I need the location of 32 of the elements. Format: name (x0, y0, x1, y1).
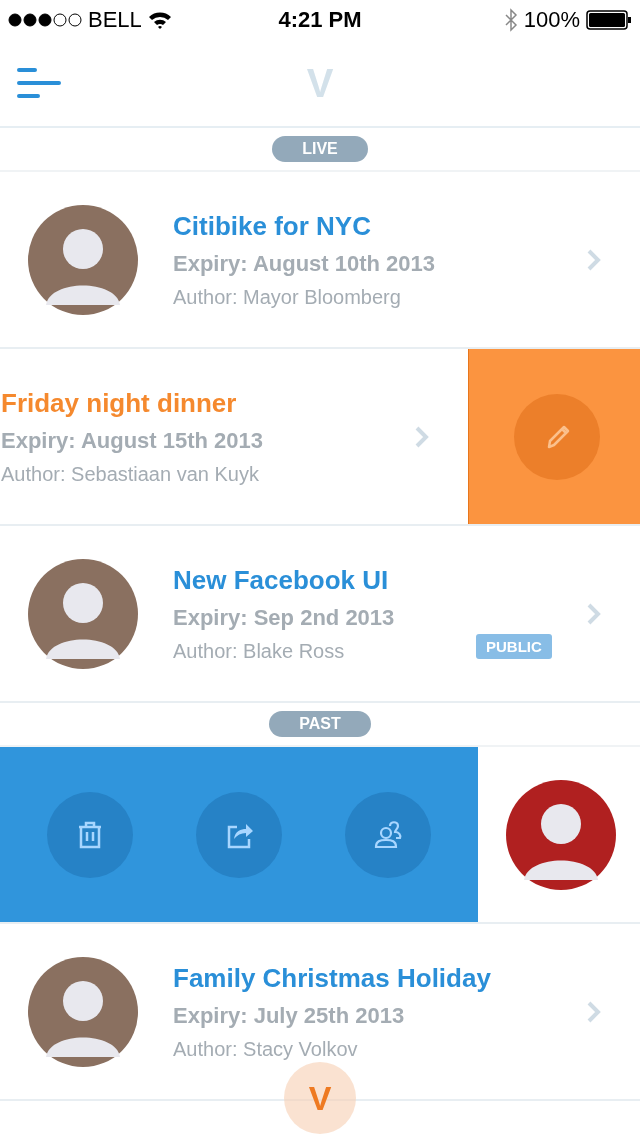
battery-text: 100% (523, 7, 580, 33)
section-label: LIVE (272, 136, 368, 162)
chevron-icon (586, 247, 602, 272)
expiry-text: Expiry: July 25th 2013 (173, 1002, 405, 1029)
chevron-icon (586, 999, 602, 1024)
chevron-icon (586, 601, 602, 626)
avatar-icon (28, 956, 138, 1067)
battery-icon (586, 10, 632, 30)
avatar-icon (506, 779, 616, 890)
item-title: Family Christmas Holiday (173, 962, 491, 994)
avatar-icon (28, 558, 138, 669)
expiry-text: Expiry: August 15th 2013 (1, 427, 264, 454)
signal-icon (8, 13, 82, 27)
item-title: Citibike for NYC (173, 210, 371, 242)
avatar-icon (28, 204, 138, 315)
bluetooth-icon (503, 8, 518, 32)
menu-icon[interactable] (16, 67, 62, 99)
author-text: Author: Sebastiaan van Kuyk (1, 462, 259, 486)
carrier-text: BELL (88, 7, 142, 33)
floating-action-button[interactable]: V (284, 1062, 356, 1134)
chevron-icon (414, 424, 430, 449)
author-text: Author: Stacy Volkov (173, 1037, 358, 1061)
section-label: PAST (269, 711, 371, 737)
author-text: Author: Blake Ross (173, 639, 345, 663)
item-title: New Facebook UI (173, 564, 389, 596)
expiry-text: Expiry: Sep 2nd 2013 (173, 604, 395, 631)
wifi-icon (147, 11, 172, 29)
expiry-text: Expiry: August 10th 2013 (173, 250, 436, 277)
clock-text: 4:21 PM (278, 7, 362, 33)
item-title: Friday night dinner (1, 387, 237, 419)
public-badge: PUBLIC (476, 634, 552, 659)
author-text: Author: Mayor Bloomberg (173, 285, 401, 309)
